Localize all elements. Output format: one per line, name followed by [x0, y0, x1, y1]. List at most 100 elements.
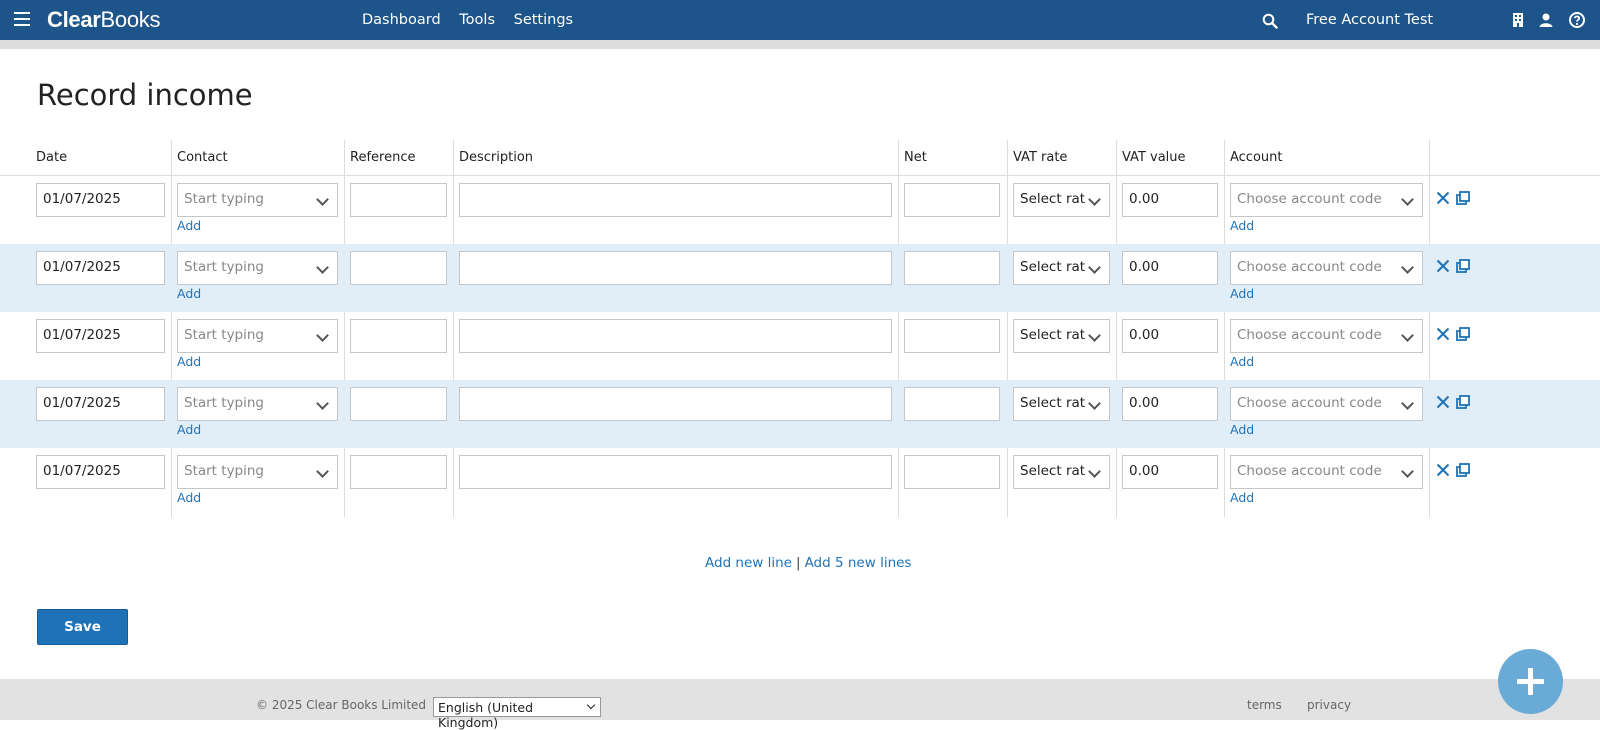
chevron-down-icon	[1088, 465, 1101, 478]
close-icon[interactable]	[1436, 327, 1450, 341]
add-contact-link[interactable]: Add	[177, 286, 201, 301]
vat-rate-select[interactable]: Select rat	[1013, 455, 1110, 489]
description-input[interactable]	[459, 183, 892, 217]
net-input[interactable]	[904, 183, 1000, 217]
nav-settings[interactable]: Settings	[514, 12, 573, 28]
add-5-lines-link[interactable]: Add 5 new lines	[805, 555, 912, 571]
date-input[interactable]: 01/07/2025	[36, 319, 165, 353]
account-name[interactable]: Free Account Test	[1306, 12, 1433, 28]
copy-icon[interactable]	[1456, 327, 1470, 341]
reference-input[interactable]	[350, 183, 447, 217]
add-fab-button[interactable]	[1498, 649, 1563, 714]
contact-placeholder: Start typing	[184, 463, 264, 479]
close-icon[interactable]	[1436, 395, 1450, 409]
date-input[interactable]: 01/07/2025	[36, 183, 165, 217]
copy-icon[interactable]	[1456, 259, 1470, 273]
contact-select[interactable]: Start typing	[177, 183, 338, 217]
contact-select[interactable]: Start typing	[177, 319, 338, 353]
chevron-down-icon	[1088, 261, 1101, 274]
nav-tools[interactable]: Tools	[459, 12, 495, 28]
user-icon[interactable]	[1538, 12, 1554, 28]
reference-input[interactable]	[350, 455, 447, 489]
account-select[interactable]: Choose account code	[1230, 183, 1423, 217]
contact-select[interactable]: Start typing	[177, 251, 338, 285]
add-account-link[interactable]: Add	[1230, 490, 1254, 505]
contact-select[interactable]: Start typing	[177, 455, 338, 489]
date-value: 01/07/2025	[43, 191, 121, 207]
vat-rate-select[interactable]: Select rat	[1013, 183, 1110, 217]
chevron-down-icon	[1088, 329, 1101, 342]
account-select[interactable]: Choose account code	[1230, 387, 1423, 421]
add-new-line-link[interactable]: Add new line	[705, 555, 792, 571]
add-account-link[interactable]: Add	[1230, 218, 1254, 233]
add-account-link[interactable]: Add	[1230, 286, 1254, 301]
close-icon[interactable]	[1436, 259, 1450, 273]
vat-value-input[interactable]: 0.00	[1122, 455, 1218, 489]
terms-link[interactable]: terms	[1247, 698, 1282, 712]
account-select[interactable]: Choose account code	[1230, 251, 1423, 285]
net-input[interactable]	[904, 455, 1000, 489]
add-contact-link[interactable]: Add	[177, 354, 201, 369]
reference-input[interactable]	[350, 251, 447, 285]
nav-dashboard[interactable]: Dashboard	[362, 12, 441, 28]
add-contact-link[interactable]: Add	[177, 422, 201, 437]
vat-value-input[interactable]: 0.00	[1122, 183, 1218, 217]
privacy-link[interactable]: privacy	[1307, 698, 1351, 712]
vat-value-input[interactable]: 0.00	[1122, 387, 1218, 421]
close-icon[interactable]	[1436, 191, 1450, 205]
column-header-vat-rate: VAT rate	[1013, 150, 1068, 165]
table-header: Date Contact Reference Description Net V…	[0, 140, 1600, 176]
building-icon[interactable]	[1510, 12, 1526, 28]
copy-icon[interactable]	[1456, 463, 1470, 477]
copy-icon[interactable]	[1456, 395, 1470, 409]
date-input[interactable]: 01/07/2025	[36, 251, 165, 285]
chevron-down-icon	[1088, 193, 1101, 206]
contact-select[interactable]: Start typing	[177, 387, 338, 421]
menu-icon[interactable]	[14, 12, 30, 26]
chevron-down-icon	[316, 261, 329, 274]
close-icon[interactable]	[1436, 463, 1450, 477]
chevron-down-icon	[1088, 397, 1101, 410]
date-input[interactable]: 01/07/2025	[36, 387, 165, 421]
add-contact-link[interactable]: Add	[177, 218, 201, 233]
description-input[interactable]	[459, 251, 892, 285]
search-icon[interactable]	[1262, 13, 1278, 29]
date-input[interactable]: 01/07/2025	[36, 455, 165, 489]
save-button[interactable]: Save	[37, 609, 128, 645]
add-contact-link[interactable]: Add	[177, 490, 201, 505]
add-lines-separator: |	[796, 555, 801, 571]
chevron-down-icon	[316, 397, 329, 410]
description-input[interactable]	[459, 455, 892, 489]
vat-value-input[interactable]: 0.00	[1122, 319, 1218, 353]
brand-logo[interactable]: ClearBooks	[47, 7, 161, 33]
account-placeholder: Choose account code	[1237, 463, 1382, 479]
vat-rate-select[interactable]: Select rat	[1013, 319, 1110, 353]
copy-icon[interactable]	[1456, 191, 1470, 205]
net-input[interactable]	[904, 319, 1000, 353]
chevron-down-icon	[1401, 397, 1414, 410]
vat-value: 0.00	[1129, 191, 1160, 207]
account-select[interactable]: Choose account code	[1230, 455, 1423, 489]
account-placeholder: Choose account code	[1237, 259, 1382, 275]
add-account-link[interactable]: Add	[1230, 422, 1254, 437]
vat-rate-select[interactable]: Select rat	[1013, 251, 1110, 285]
vat-rate-value: Select rat	[1020, 463, 1086, 479]
table-row: 01/07/2025 Start typing Add Select rat 0…	[0, 448, 1600, 516]
account-select[interactable]: Choose account code	[1230, 319, 1423, 353]
add-account-link[interactable]: Add	[1230, 354, 1254, 369]
reference-input[interactable]	[350, 387, 447, 421]
help-icon[interactable]	[1569, 12, 1585, 28]
language-select[interactable]: English (United Kingdom)	[433, 697, 601, 730]
chevron-down-icon	[1401, 465, 1414, 478]
net-input[interactable]	[904, 387, 1000, 421]
vat-value-input[interactable]: 0.00	[1122, 251, 1218, 285]
vat-rate-value: Select rat	[1020, 327, 1086, 343]
description-input[interactable]	[459, 387, 892, 421]
net-input[interactable]	[904, 251, 1000, 285]
description-input[interactable]	[459, 319, 892, 353]
contact-placeholder: Start typing	[184, 395, 264, 411]
date-value: 01/07/2025	[43, 463, 121, 479]
chevron-down-icon	[316, 329, 329, 342]
vat-rate-select[interactable]: Select rat	[1013, 387, 1110, 421]
reference-input[interactable]	[350, 319, 447, 353]
